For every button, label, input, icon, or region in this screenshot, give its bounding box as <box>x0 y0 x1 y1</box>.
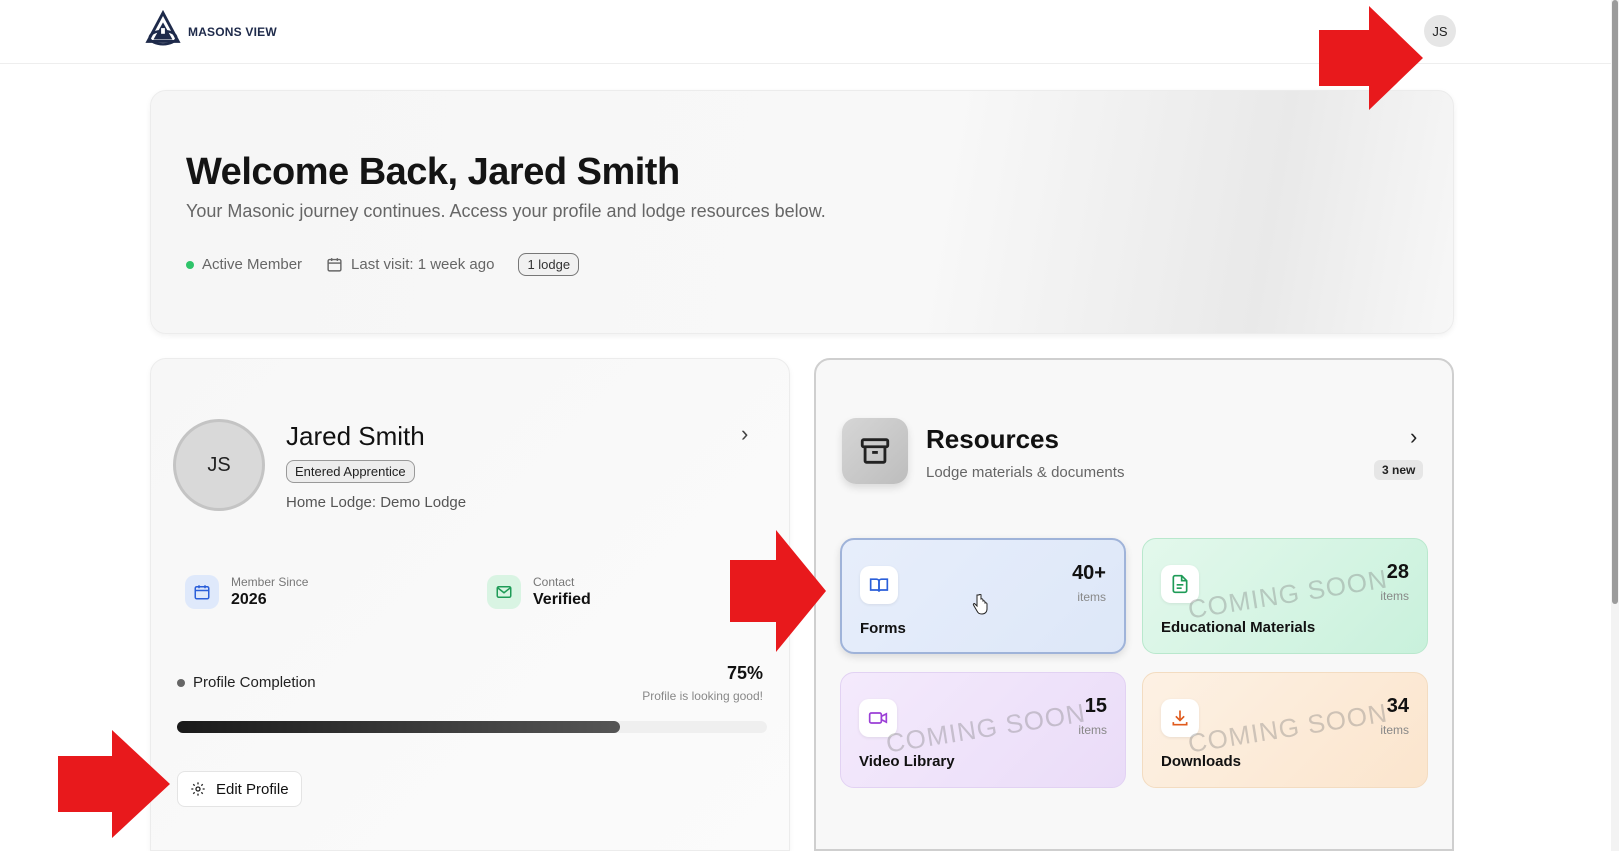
coming-soon-watermark: COMING SOON <box>883 697 1088 759</box>
video-count: 15 <box>1084 695 1107 717</box>
member-status-text: Active Member <box>202 256 303 273</box>
welcome-banner: Welcome Back, Jared Smith Your Masonic j… <box>150 90 1454 334</box>
annotation-arrow-right-icon <box>730 530 826 652</box>
profile-completion-label: Profile Completion <box>177 674 316 691</box>
member-status: Active Member <box>186 256 302 273</box>
welcome-title: Welcome Back, Jared Smith <box>186 151 680 193</box>
profile-name: Jared Smith <box>286 421 425 451</box>
forms-unit: items <box>1077 590 1106 604</box>
member-since-value: 2026 <box>231 591 267 608</box>
welcome-subtitle: Your Masonic journey continues. Access y… <box>186 201 826 221</box>
coming-soon-watermark: COMING SOON <box>1185 563 1390 625</box>
annotation-arrow-right-icon <box>1319 6 1423 110</box>
user-avatar-button[interactable]: JS <box>1424 15 1456 47</box>
resource-tile-educational-materials[interactable]: COMING SOON 28 items Educational Materia… <box>1142 538 1428 654</box>
downloads-label: Downloads <box>1161 753 1242 770</box>
profile-completion-percent: 75% <box>726 663 763 683</box>
archive-box-icon <box>842 418 908 484</box>
video-unit: items <box>1078 723 1107 737</box>
educational-count: 28 <box>1386 561 1409 583</box>
scrollbar-thumb[interactable] <box>1612 0 1618 604</box>
contact-value: Verified <box>533 591 591 608</box>
downloads-unit: items <box>1380 723 1409 737</box>
forms-count: 40+ <box>1072 562 1106 584</box>
last-visit-text: Last visit: 1 week ago <box>351 256 495 273</box>
resources-subtitle: Lodge materials & documents <box>926 464 1125 481</box>
profile-completion-bar-fill <box>177 721 620 733</box>
resources-chevron-right-icon[interactable]: › <box>1410 424 1417 450</box>
profile-completion-text: Profile Completion <box>193 674 316 691</box>
profile-chevron-right-icon[interactable]: › <box>741 421 748 447</box>
brand-name: MASONS VIEW <box>188 25 277 39</box>
page-scrollbar[interactable] <box>1611 0 1619 851</box>
edit-profile-button[interactable]: Edit Profile <box>177 771 302 807</box>
coming-soon-watermark: COMING SOON <box>1185 697 1390 759</box>
last-visit: Last visit: 1 week ago <box>326 256 494 273</box>
profile-completion-message: Profile is looking good! <box>642 689 763 703</box>
hand-cursor-icon <box>972 594 988 615</box>
resource-tile-downloads[interactable]: COMING SOON 34 items Downloads <box>1142 672 1428 788</box>
resource-tile-video-library[interactable]: COMING SOON 15 items Video Library <box>840 672 1126 788</box>
profile-rank-badge: Entered Apprentice <box>286 460 415 483</box>
gear-icon <box>191 782 205 796</box>
resources-title: Resources <box>926 424 1059 454</box>
profile-completion-bar <box>177 721 767 733</box>
lodge-count-badge: 1 lodge <box>518 253 580 276</box>
calendar-icon <box>327 258 342 272</box>
educational-unit: items <box>1380 589 1409 603</box>
downloads-count: 34 <box>1386 695 1409 717</box>
video-label: Video Library <box>859 753 955 770</box>
edit-profile-label: Edit Profile <box>216 780 289 798</box>
bullet-dot-icon <box>177 678 185 687</box>
welcome-meta: Active Member Last visit: 1 week ago 1 l… <box>186 253 580 276</box>
brand-logo[interactable]: MASONS VIEW <box>144 10 277 50</box>
book-open-icon <box>860 566 898 604</box>
annotation-arrow-right-icon <box>58 730 170 838</box>
profile-avatar: JS <box>173 419 265 511</box>
member-since-stat: Member Since 2026 <box>185 575 308 609</box>
calendar-icon <box>185 575 219 609</box>
forms-label: Forms <box>860 620 906 637</box>
member-since-label: Member Since <box>231 575 309 589</box>
resources-card: Resources Lodge materials & documents › … <box>814 358 1454 851</box>
status-dot-icon <box>186 260 194 269</box>
contact-label: Contact <box>533 575 575 589</box>
resources-new-badge: 3 new <box>1374 460 1424 480</box>
masonic-logo-icon <box>145 10 181 46</box>
profile-home-lodge: Home Lodge: Demo Lodge <box>286 494 467 511</box>
resource-tile-forms[interactable]: 40+ items Forms <box>840 538 1126 654</box>
educational-label: Educational Materials <box>1161 619 1316 636</box>
profile-card: JS Jared Smith Entered Apprentice Home L… <box>150 358 790 851</box>
mail-icon <box>487 575 521 609</box>
contact-stat: Contact Verified <box>487 575 591 609</box>
